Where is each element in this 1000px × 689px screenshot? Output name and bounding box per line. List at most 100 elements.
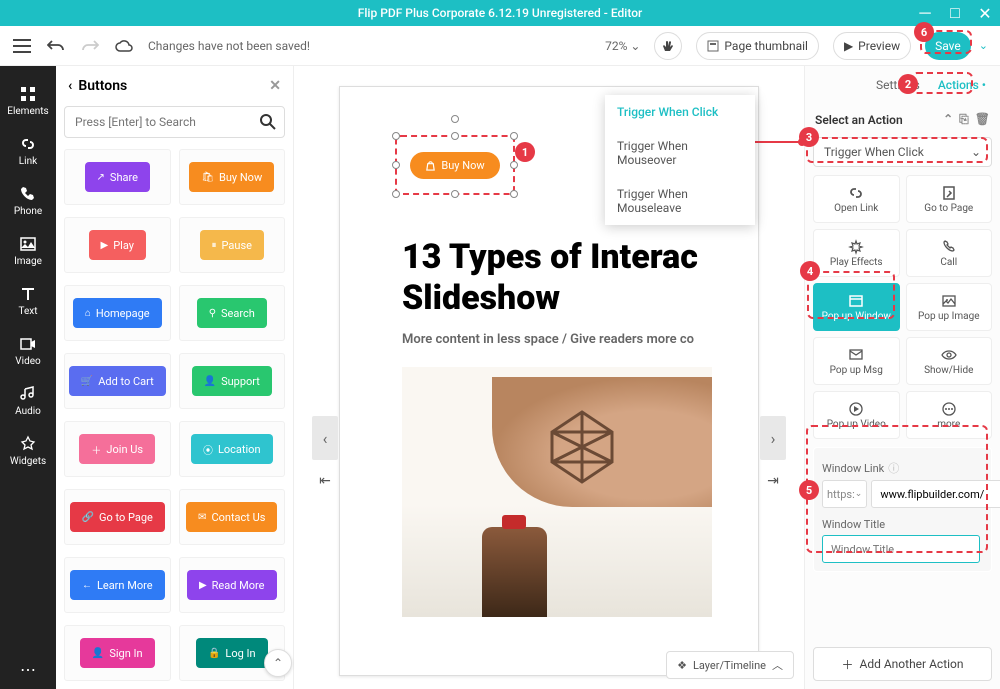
callout-5: 5 bbox=[799, 480, 819, 500]
search-icon[interactable] bbox=[259, 113, 277, 135]
button-sample[interactable]: ⏸Pause bbox=[179, 217, 286, 273]
window-link-label: Window Link bbox=[822, 462, 884, 475]
next-page-button[interactable]: › bbox=[760, 416, 786, 460]
first-page-button[interactable]: ⇤ bbox=[312, 466, 338, 496]
slide-subtitle: More content in less space / Give reader… bbox=[402, 332, 694, 347]
callout-2: 2 bbox=[898, 74, 918, 94]
sidebar-item-text[interactable]: Text bbox=[0, 276, 56, 326]
sidebar-item-video[interactable]: Video bbox=[0, 326, 56, 376]
play-icon: ▶ bbox=[844, 39, 853, 53]
search-input[interactable] bbox=[64, 106, 285, 138]
trigger-option[interactable]: Trigger When Click bbox=[605, 95, 755, 129]
button-sample[interactable]: 👤Support bbox=[179, 353, 286, 409]
layers-icon: ❖ bbox=[677, 659, 687, 672]
button-sample[interactable]: 👤Sign In bbox=[64, 625, 171, 681]
sidebar-item-image[interactable]: Image bbox=[0, 226, 56, 276]
selected-element-frame[interactable]: Buy Now bbox=[395, 135, 515, 195]
undo-icon[interactable] bbox=[46, 36, 66, 56]
zoom-level[interactable]: 72% ⌄ bbox=[605, 39, 640, 53]
action-open-link[interactable]: Open Link bbox=[813, 175, 900, 223]
protocol-select[interactable]: https:⌄ bbox=[822, 480, 867, 508]
thumbnail-icon bbox=[707, 40, 719, 52]
slide-title: 13 Types of Interac Slideshow bbox=[402, 237, 698, 319]
action-more[interactable]: more bbox=[906, 391, 993, 439]
trigger-option[interactable]: Trigger When Mouseover bbox=[605, 129, 755, 177]
action-show/hide[interactable]: Show/Hide bbox=[906, 337, 993, 385]
trigger-select[interactable]: Trigger When Click ⌄ bbox=[813, 137, 992, 167]
callout-3: 3 bbox=[799, 127, 819, 147]
save-status: Changes have not been saved! bbox=[148, 39, 310, 53]
panel-title: Buttons bbox=[78, 78, 127, 94]
sidebar-more-icon[interactable]: ⋯ bbox=[0, 660, 56, 679]
sidebar-item-phone[interactable]: Phone bbox=[0, 176, 56, 226]
bag-icon bbox=[425, 160, 436, 171]
tab-actions[interactable]: Actions bbox=[938, 78, 986, 92]
layer-timeline-button[interactable]: ❖ Layer/Timeline ︿ bbox=[666, 651, 794, 679]
left-sidebar: ElementsLinkPhoneImageTextVideoAudioWidg… bbox=[0, 66, 56, 689]
cloud-icon[interactable] bbox=[114, 36, 134, 56]
right-panel: Settings Actions Select an Action ⌃ ⎘ 🗑 … bbox=[804, 66, 1000, 689]
chevron-up-icon: ︿ bbox=[772, 657, 783, 673]
back-icon[interactable]: ‹ bbox=[68, 78, 72, 94]
add-action-button[interactable]: ＋ Add Another Action bbox=[813, 647, 992, 681]
button-sample[interactable]: 🛒Add to Cart bbox=[64, 353, 171, 409]
plus-icon: ＋ bbox=[841, 656, 853, 673]
sidebar-item-elements[interactable]: Elements bbox=[0, 76, 56, 126]
trigger-option[interactable]: Trigger When Mouseleave bbox=[605, 177, 755, 225]
button-sample[interactable]: ▶Read More bbox=[179, 557, 286, 613]
preview-button[interactable]: ▶ Preview bbox=[833, 32, 911, 60]
delete-icon[interactable]: 🗑 bbox=[975, 112, 990, 127]
last-page-button[interactable]: ⇥ bbox=[760, 466, 786, 496]
slide-image bbox=[402, 367, 712, 617]
sidebar-item-link[interactable]: Link bbox=[0, 126, 56, 176]
callout-1: 1 bbox=[515, 142, 535, 162]
buy-now-button[interactable]: Buy Now bbox=[410, 152, 499, 179]
action-pop-up-image[interactable]: Pop up Image bbox=[906, 283, 993, 331]
collapse-icon[interactable]: ⌃ bbox=[943, 112, 953, 127]
button-sample[interactable]: ⦿Location bbox=[179, 421, 286, 477]
sidebar-item-widgets[interactable]: Widgets bbox=[0, 426, 56, 476]
info-icon[interactable]: ⓘ bbox=[888, 460, 899, 476]
copy-icon[interactable]: ⎘ bbox=[959, 112, 969, 127]
callout-4: 4 bbox=[800, 261, 820, 281]
button-sample[interactable]: ✉Contact Us bbox=[179, 489, 286, 545]
button-sample[interactable]: ↗Share bbox=[64, 149, 171, 205]
window-title-label: Window Title bbox=[822, 518, 885, 531]
sidebar-item-audio[interactable]: Audio bbox=[0, 376, 56, 426]
chevron-down-icon: ⌄ bbox=[971, 145, 981, 159]
menu-icon[interactable] bbox=[12, 36, 32, 56]
button-sample[interactable]: ＋Join Us bbox=[64, 421, 171, 477]
action-pop-up-video[interactable]: Pop up Video bbox=[813, 391, 900, 439]
button-sample[interactable]: ⌂Homepage bbox=[64, 285, 171, 341]
action-play-effects[interactable]: Play Effects bbox=[813, 229, 900, 277]
close-icon[interactable]: ✕ bbox=[269, 78, 281, 94]
scroll-top-button[interactable]: ⌃ bbox=[264, 649, 292, 677]
save-dropdown-icon[interactable]: ⌄ bbox=[979, 39, 988, 52]
action-grid: Open LinkGo to PagePlay EffectsCallPop u… bbox=[813, 175, 992, 439]
action-go-to-page[interactable]: Go to Page bbox=[906, 175, 993, 223]
action-pop-up-msg[interactable]: Pop up Msg bbox=[813, 337, 900, 385]
maximize-button[interactable]: □ bbox=[940, 0, 970, 26]
section-title: Select an Action bbox=[815, 113, 903, 127]
page-thumbnail-button[interactable]: Page thumbnail bbox=[696, 32, 819, 60]
button-sample[interactable]: 🔗Go to Page bbox=[64, 489, 171, 545]
action-pop-up-window[interactable]: Pop up Window bbox=[813, 283, 900, 331]
app-title: Flip PDF Plus Corporate 6.12.19 Unregist… bbox=[358, 6, 643, 20]
button-sample[interactable]: 🛍Buy Now bbox=[179, 149, 286, 205]
close-button[interactable]: ✕ bbox=[970, 0, 1000, 26]
button-sample[interactable]: ▶Play bbox=[64, 217, 171, 273]
button-sample[interactable]: ⚲Search bbox=[179, 285, 286, 341]
callout-6: 6 bbox=[914, 22, 934, 42]
buttons-panel: ‹ Buttons ✕ ↗Share🛍Buy Now▶Play⏸Pause⌂Ho… bbox=[56, 66, 294, 689]
hand-tool-icon[interactable] bbox=[654, 32, 682, 60]
button-sample[interactable]: ←Learn More bbox=[64, 557, 171, 613]
redo-icon[interactable] bbox=[80, 36, 100, 56]
action-call[interactable]: Call bbox=[906, 229, 993, 277]
button-samples-grid: ↗Share🛍Buy Now▶Play⏸Pause⌂Homepage⚲Searc… bbox=[56, 146, 293, 689]
trigger-dropdown[interactable]: Trigger When ClickTrigger When Mouseover… bbox=[605, 95, 755, 225]
url-input[interactable] bbox=[871, 480, 1000, 508]
window-link-form: Window Link ⓘ https:⌄ Window Title bbox=[813, 447, 992, 572]
prev-page-button[interactable]: ‹ bbox=[312, 416, 338, 460]
main-toolbar: Changes have not been saved! 72% ⌄ Page … bbox=[0, 26, 1000, 66]
window-title-input[interactable] bbox=[822, 535, 980, 563]
